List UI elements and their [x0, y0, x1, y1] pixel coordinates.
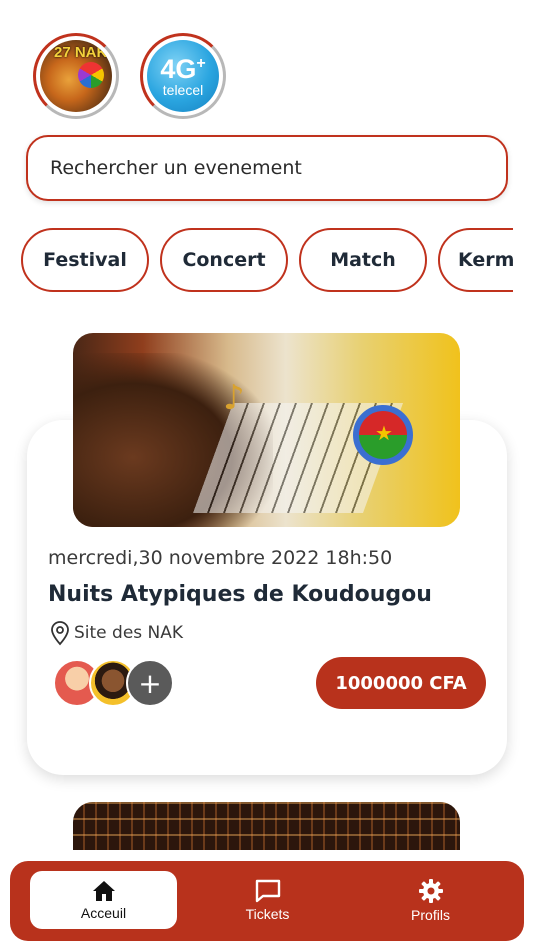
story-sub: telecel — [162, 81, 204, 98]
bottom-nav: Acceuil Tickets Profils — [10, 861, 524, 941]
event-date: mercredi,30 novembre 2022 18h:50 — [48, 547, 393, 569]
story-badge: 27 NAK — [54, 44, 108, 61]
price-button[interactable]: 1000000 CFA — [316, 657, 486, 709]
event-title[interactable]: Nuits Atypiques de Koudougou — [48, 582, 432, 607]
chat-icon — [255, 879, 280, 903]
event-location-label: Site des NAK — [74, 623, 184, 643]
nav-profile-label: Profils — [411, 907, 450, 923]
nav-tickets-label: Tickets — [245, 906, 290, 922]
location-pin-icon — [51, 621, 69, 646]
home-icon — [92, 881, 115, 901]
event-image[interactable]: ♪ — [73, 333, 460, 527]
next-event-image[interactable] — [73, 802, 460, 850]
festival-logo — [78, 62, 104, 88]
more-participants-button[interactable]: + — [126, 659, 174, 707]
story-nak[interactable]: 27 NAK — [33, 33, 119, 119]
gear-icon — [418, 879, 443, 903]
story-image: 27 NAK — [40, 40, 112, 112]
flag-emblem — [353, 405, 413, 465]
chip-match[interactable]: Match — [299, 228, 427, 292]
story-image: 4G+ telecel — [147, 40, 219, 112]
chip-concert[interactable]: Concert — [160, 228, 288, 292]
chip-kermesse[interactable]: Kermesse — [438, 228, 513, 292]
event-location: Site des NAK — [48, 620, 183, 646]
story-badge: 4G — [160, 53, 197, 84]
nav-tickets[interactable]: Tickets — [194, 871, 341, 929]
story-telecel[interactable]: 4G+ telecel — [140, 33, 226, 119]
category-chips: Festival Concert Match Kermesse — [0, 228, 513, 292]
nav-profile[interactable]: Profils — [357, 871, 504, 929]
nav-home[interactable]: Acceuil — [30, 871, 177, 929]
nav-home-label: Acceuil — [80, 905, 127, 921]
search-placeholder: Rechercher un evenement — [50, 157, 302, 179]
search-input[interactable]: Rechercher un evenement — [26, 135, 508, 201]
chip-festival[interactable]: Festival — [21, 228, 149, 292]
